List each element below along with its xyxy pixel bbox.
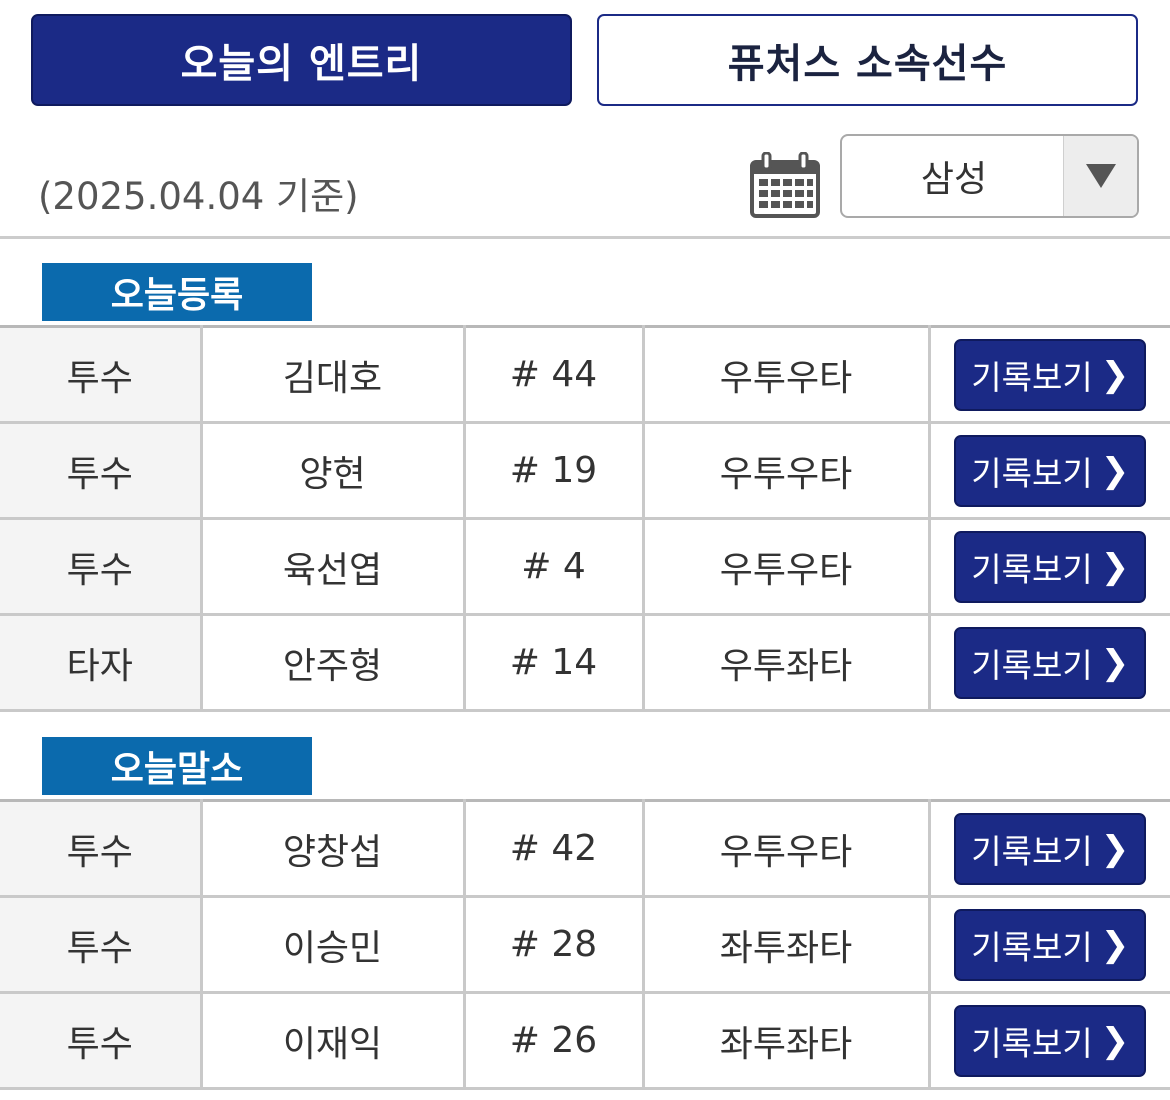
chevron-right-icon: ❯ (1100, 924, 1130, 965)
player-handedness: 우투좌타 (643, 614, 931, 712)
section-title-registered: 오늘등록 (42, 263, 312, 321)
action-cell: 기록보기 ❯ (929, 896, 1170, 994)
team-select[interactable]: 삼성 (840, 134, 1139, 218)
tab-futures-players[interactable]: 퓨처스 소속선수 (597, 14, 1138, 106)
player-position: 투수 (0, 326, 203, 424)
chevron-right-icon: ❯ (1100, 642, 1130, 683)
team-select-value: 삼성 (920, 159, 988, 200)
deregistered-players-table: 투수 양창섭 # 42 우투우타 기록보기 ❯ 투수 이승민 # 28 좌투좌타 기록보기 ❯ 투수 이재… (0, 799, 1170, 1090)
view-record-label: 기록보기 (971, 927, 1093, 967)
action-cell: 기록보기 ❯ (929, 518, 1170, 616)
player-name: 안주형 (201, 614, 466, 712)
player-position: 투수 (0, 800, 203, 898)
player-number: # 14 (464, 614, 645, 712)
view-record-label: 기록보기 (971, 357, 1093, 397)
view-record-label: 기록보기 (971, 549, 1093, 589)
view-record-label: 기록보기 (971, 831, 1093, 871)
table-row: 투수 김대호 # 44 우투우타 기록보기 ❯ (0, 326, 1170, 424)
view-record-label: 기록보기 (971, 645, 1093, 685)
player-handedness: 우투우타 (643, 800, 931, 898)
action-cell: 기록보기 ❯ (929, 992, 1170, 1090)
tab-todays-entry[interactable]: 오늘의 엔트리 (31, 14, 572, 106)
calendar-icon[interactable] (750, 151, 820, 218)
player-handedness: 우투우타 (643, 518, 931, 616)
table-row: 투수 육선엽 # 4 우투우타 기록보기 ❯ (0, 518, 1170, 616)
action-cell: 기록보기 ❯ (929, 800, 1170, 898)
player-number: # 28 (464, 896, 645, 994)
player-position: 타자 (0, 614, 203, 712)
view-record-button[interactable]: 기록보기 ❯ (954, 812, 1147, 885)
chevron-right-icon: ❯ (1100, 450, 1130, 491)
chevron-right-icon: ❯ (1100, 354, 1130, 395)
dropdown-arrow-icon[interactable] (1063, 136, 1137, 216)
player-number: # 42 (464, 800, 645, 898)
player-handedness: 좌투좌타 (643, 992, 931, 1090)
player-name: 이승민 (201, 896, 466, 994)
table-row: 투수 이재익 # 26 좌투좌타 기록보기 ❯ (0, 992, 1170, 1090)
view-record-label: 기록보기 (971, 453, 1093, 493)
player-name: 이재익 (201, 992, 466, 1090)
view-record-label: 기록보기 (971, 1023, 1093, 1063)
chevron-right-icon: ❯ (1100, 1020, 1130, 1061)
view-record-button[interactable]: 기록보기 ❯ (954, 338, 1147, 411)
action-cell: 기록보기 ❯ (929, 614, 1170, 712)
registered-players-table: 투수 김대호 # 44 우투우타 기록보기 ❯ 투수 양현 # 19 우투우타 기록보기 ❯ 투수 육선엽… (0, 325, 1170, 712)
player-name: 양창섭 (201, 800, 466, 898)
view-record-button[interactable]: 기록보기 ❯ (954, 908, 1147, 981)
action-cell: 기록보기 ❯ (929, 422, 1170, 520)
divider (0, 236, 1170, 239)
player-handedness: 우투우타 (643, 326, 931, 424)
table-row: 투수 양창섭 # 42 우투우타 기록보기 ❯ (0, 800, 1170, 898)
action-cell: 기록보기 ❯ (929, 326, 1170, 424)
player-handedness: 우투우타 (643, 422, 931, 520)
player-name: 양현 (201, 422, 466, 520)
view-record-button[interactable]: 기록보기 ❯ (954, 1004, 1147, 1077)
player-number: # 4 (464, 518, 645, 616)
player-name: 김대호 (201, 326, 466, 424)
view-record-button[interactable]: 기록보기 ❯ (954, 434, 1147, 507)
player-name: 육선엽 (201, 518, 466, 616)
table-row: 투수 양현 # 19 우투우타 기록보기 ❯ (0, 422, 1170, 520)
table-row: 타자 안주형 # 14 우투좌타 기록보기 ❯ (0, 614, 1170, 712)
date-note: (2025.04.04 기준) (38, 175, 359, 218)
view-record-button[interactable]: 기록보기 ❯ (954, 530, 1147, 603)
player-position: 투수 (0, 992, 203, 1090)
player-number: # 44 (464, 326, 645, 424)
chevron-right-icon: ❯ (1100, 828, 1130, 869)
view-record-button[interactable]: 기록보기 ❯ (954, 626, 1147, 699)
table-row: 투수 이승민 # 28 좌투좌타 기록보기 ❯ (0, 896, 1170, 994)
player-number: # 19 (464, 422, 645, 520)
entry-tabs: 오늘의 엔트리 퓨처스 소속선수 (31, 14, 1138, 110)
player-number: # 26 (464, 992, 645, 1090)
player-handedness: 좌투좌타 (643, 896, 931, 994)
chevron-right-icon: ❯ (1100, 546, 1130, 587)
player-position: 투수 (0, 518, 203, 616)
player-position: 투수 (0, 422, 203, 520)
player-position: 투수 (0, 896, 203, 994)
section-title-deregistered: 오늘말소 (42, 737, 312, 795)
